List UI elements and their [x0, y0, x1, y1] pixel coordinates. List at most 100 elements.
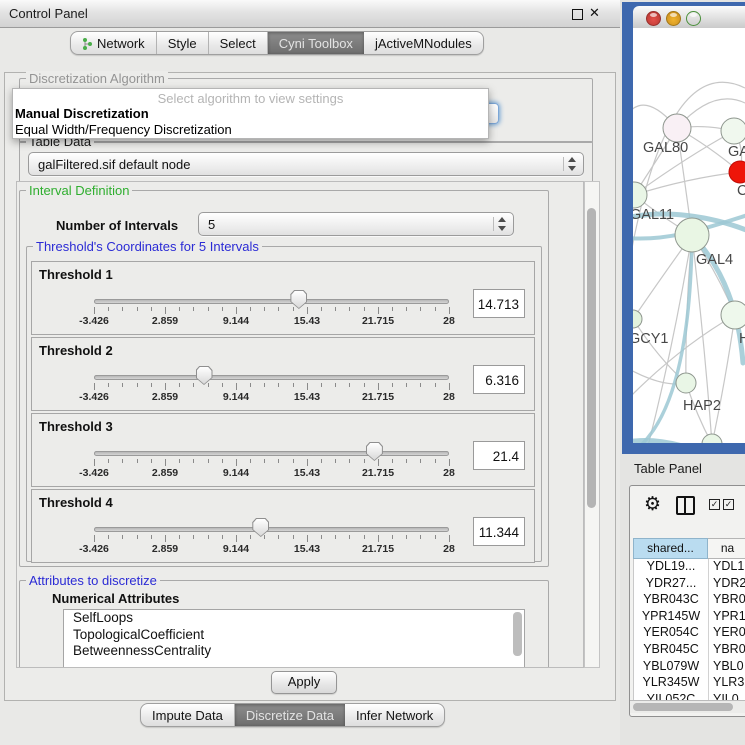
column-header-name[interactable]: na — [708, 538, 745, 559]
close-icon[interactable]: ✕ — [589, 5, 600, 21]
scrollbar-thumb[interactable] — [633, 703, 733, 711]
slider-track[interactable] — [94, 527, 449, 532]
interval-definition-group-label: Interval Definition — [26, 183, 132, 198]
table-row[interactable]: YBL079WYBL0 — [634, 659, 745, 676]
network-view-window: GAL80GACGAL11GAL4GCY1HHAP2 — [622, 2, 745, 454]
table-rows: YDL19...YDL1YDR27...YDR2YBR043CYBR0YPR14… — [633, 559, 745, 701]
network-node[interactable] — [633, 310, 642, 328]
number-of-intervals-label: Number of Intervals — [56, 218, 178, 233]
slider-tick-labels: -3.4262.8599.14415.4321.71528 — [32, 467, 534, 480]
scrollbar-thumb[interactable] — [587, 208, 596, 508]
slider-tick-labels: -3.4262.8599.14415.4321.71528 — [32, 315, 534, 328]
threshold-panel: Threshold 4 -3.4262.8599.14415.4321.7152… — [31, 489, 535, 563]
interval-definition-group: Interval Definition Number of Intervals … — [19, 190, 549, 567]
tab-select[interactable]: Select — [209, 32, 268, 54]
network-canvas[interactable]: GAL80GACGAL11GAL4GCY1HHAP2 — [633, 28, 745, 443]
threshold-label: Threshold 1 — [39, 267, 113, 282]
table-row[interactable]: YBR043CYBR0 — [634, 592, 745, 609]
panel-vertical-scrollbar[interactable] — [584, 181, 600, 668]
numerical-attributes-label: Numerical Attributes — [52, 591, 179, 606]
list-item[interactable]: BetweennessCentrality — [64, 643, 524, 660]
network-node[interactable] — [675, 218, 709, 252]
table-data-group: Table Data galFiltered.sif default node — [19, 141, 593, 183]
network-node[interactable] — [702, 434, 722, 443]
network-node[interactable] — [663, 114, 691, 142]
number-of-intervals-value: 5 — [208, 217, 215, 232]
network-node-label: C — [737, 183, 745, 199]
tab-impute-data[interactable]: Impute Data — [141, 704, 235, 726]
table-data-combo-value: galFiltered.sif default node — [38, 157, 190, 172]
mac-close-icon[interactable] — [646, 11, 661, 26]
tab-select-label: Select — [220, 36, 256, 51]
tab-infer-network[interactable]: Infer Network — [345, 704, 444, 726]
combo-stepper-icon — [493, 217, 507, 231]
table-row[interactable]: YDL19...YDL1 — [634, 559, 745, 576]
slider-track[interactable] — [94, 299, 449, 304]
popup-item-equal-width-frequency[interactable]: Equal Width/Frequency Discretization — [15, 122, 232, 137]
combo-stepper-icon — [563, 157, 577, 171]
list-item[interactable]: SelfLoops — [64, 610, 524, 627]
tab-discretize-data[interactable]: Discretize Data — [235, 704, 345, 726]
tab-network-label: Network — [97, 36, 145, 51]
thresholds-group: Threshold's Coordinates for 5 Intervals … — [26, 246, 542, 562]
gear-icon[interactable]: ⚙ — [644, 494, 661, 514]
table-data-combo[interactable]: galFiltered.sif default node — [28, 152, 584, 176]
tab-network[interactable]: Network — [71, 32, 157, 54]
table-panel-title: Table Panel — [634, 461, 702, 476]
thresholds-group-label: Threshold's Coordinates for 5 Intervals — [33, 239, 262, 254]
column-header-shared-name[interactable]: shared... — [633, 538, 708, 559]
checkbox-icon[interactable]: ✓ — [723, 499, 734, 510]
network-node-label: H — [739, 331, 745, 347]
threshold-value-box[interactable]: 14.713 — [473, 289, 525, 318]
table-row[interactable]: YBR045CYBR0 — [634, 642, 745, 659]
top-tab-bar: Network Style Select Cyni Toolbox jActiv… — [70, 31, 484, 55]
algorithm-dropdown-popup: Select algorithm to view settings Manual… — [12, 88, 489, 139]
mac-minimize-icon[interactable] — [666, 11, 681, 26]
popup-item-manual-discretization[interactable]: Manual Discretization — [15, 106, 149, 121]
slider-track[interactable] — [94, 451, 449, 456]
split-columns-icon[interactable] — [676, 496, 695, 515]
window-title: Control Panel — [9, 6, 88, 21]
attributes-group-label: Attributes to discretize — [26, 573, 160, 588]
tab-cyni-toolbox-label: Cyni Toolbox — [279, 36, 353, 51]
number-of-intervals-combo[interactable]: 5 — [198, 212, 514, 236]
network-node[interactable] — [676, 373, 696, 393]
attributes-group: Attributes to discretize Numerical Attri… — [19, 580, 549, 668]
table-row[interactable]: YDR27...YDR2 — [634, 576, 745, 593]
tab-jactivemnodules[interactable]: jActiveMNodules — [364, 32, 483, 54]
threshold-value-box[interactable]: 21.4 — [473, 441, 525, 470]
checkbox-icon[interactable]: ✓ — [709, 499, 720, 510]
slider-ticks — [94, 459, 450, 467]
network-node[interactable] — [721, 118, 745, 144]
network-canvas-svg: GAL80GACGAL11GAL4GCY1HHAP2 — [633, 28, 745, 443]
threshold-label: Threshold 3 — [39, 419, 113, 434]
slider-track[interactable] — [94, 375, 449, 380]
network-window-titlebar — [633, 6, 745, 29]
network-node-label: HAP2 — [683, 398, 721, 414]
network-node[interactable] — [721, 301, 745, 329]
slider-tick-labels: -3.4262.8599.14415.4321.71528 — [32, 391, 534, 404]
settings-scroll-viewport: Interval Definition Number of Intervals … — [16, 181, 584, 668]
apply-button[interactable]: Apply — [271, 671, 337, 694]
threshold-panel: Threshold 2 -3.4262.8599.14415.4321.7152… — [31, 337, 535, 411]
tab-style-label: Style — [168, 36, 197, 51]
bottom-tab-bar: Impute Data Discretize Data Infer Networ… — [140, 703, 445, 727]
table-row[interactable]: YER054CYER0 — [634, 625, 745, 642]
slider-ticks — [94, 383, 450, 391]
table-horizontal-scrollbar[interactable] — [630, 700, 745, 713]
list-scrollbar[interactable] — [513, 612, 522, 656]
network-node-label: GCY1 — [633, 331, 669, 347]
network-node-label: GAL80 — [643, 140, 688, 156]
table-row[interactable]: YPR145WYPR1 — [634, 609, 745, 626]
threshold-value-box[interactable]: 6.316 — [473, 365, 525, 394]
threshold-label: Threshold 4 — [39, 495, 113, 510]
mac-zoom-icon[interactable] — [686, 11, 701, 26]
tab-style[interactable]: Style — [157, 32, 209, 54]
table-row[interactable]: YLR345WYLR3 — [634, 675, 745, 692]
numerical-attributes-list[interactable]: SelfLoopsTopologicalCoefficientBetweenne… — [63, 609, 525, 668]
tab-cyni-toolbox[interactable]: Cyni Toolbox — [268, 32, 364, 54]
threshold-value-box[interactable]: 11.344 — [473, 517, 525, 546]
network-tab-icon — [82, 38, 93, 50]
float-window-icon[interactable] — [572, 9, 583, 20]
list-item[interactable]: TopologicalCoefficient — [64, 627, 524, 644]
